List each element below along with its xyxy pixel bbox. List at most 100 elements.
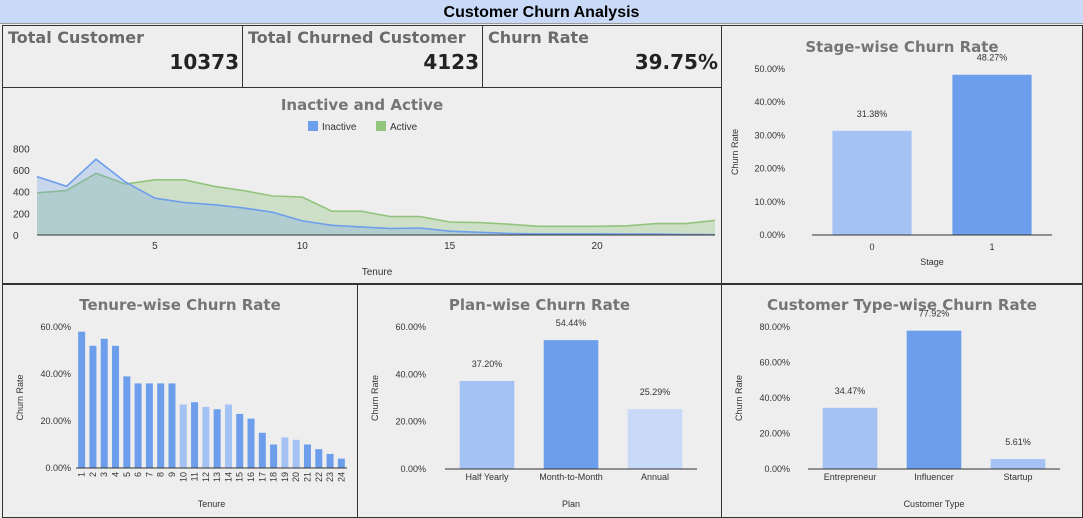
legend-label-active: Active: [390, 122, 418, 133]
x-tick-label: 8: [156, 472, 166, 477]
x-tick-label: 20: [592, 241, 604, 252]
legend-label-inactive: Inactive: [322, 122, 357, 133]
x-tick-label: 14: [223, 472, 233, 482]
bar-22: [315, 449, 323, 468]
x-tick-label: 20: [291, 472, 301, 482]
x-tick-label: 0: [869, 242, 874, 252]
customer-type-panel: Customer Type-wise Churn Rate 0.00% 20.00…: [721, 284, 1083, 518]
y-tick-label: 20.00%: [395, 417, 426, 427]
y-tick-label: 10.00%: [754, 197, 785, 207]
legend-swatch-active: [376, 121, 386, 131]
bar-23: [326, 453, 334, 468]
x-tick-label: Entrepreneur: [824, 472, 877, 482]
bar-15: [236, 413, 244, 468]
x-tick-label: 10: [297, 241, 309, 252]
bar-0: [832, 130, 912, 235]
x-tick-label: 10: [178, 472, 188, 482]
bar-13: [213, 409, 221, 468]
bar-6: [134, 383, 142, 468]
bar-19: [281, 437, 289, 468]
x-axis-label: Stage: [920, 257, 944, 267]
bar-1: [78, 331, 86, 468]
x-tick-label: 11: [190, 472, 200, 481]
x-axis-label: Plan: [562, 499, 580, 509]
data-label: 54.44%: [556, 318, 587, 328]
data-label: 5.61%: [1005, 437, 1031, 447]
kpi-value: 39.75%: [634, 50, 718, 74]
legend-swatch-inactive: [308, 121, 318, 131]
x-tick-label: 5: [152, 241, 158, 252]
y-tick-label: 800: [13, 144, 30, 155]
stage-panel: Stage-wise Churn Rate 0.00% 10.00% 20.00% 3…: [721, 25, 1083, 284]
x-tick-label: 15: [444, 241, 456, 252]
data-label: 31.38%: [857, 109, 888, 119]
x-tick-label: 1: [989, 242, 994, 252]
x-tick-label: 3: [99, 472, 109, 477]
bar-half-yearly: [459, 380, 515, 469]
bar-4: [112, 345, 120, 468]
y-tick-label: 20.00%: [754, 164, 785, 174]
tenure-chart: 0.00%20.00%40.00%60.00%Churn Rate1 2 3 4 5 6 7…: [15, 322, 347, 509]
x-tick-label: 2: [88, 472, 98, 477]
x-tick-label: Startup: [1003, 472, 1032, 482]
x-tick-label: 9: [167, 472, 177, 477]
bar-9: [168, 383, 176, 468]
bar-18: [270, 444, 278, 468]
y-tick-label: 60.00%: [395, 322, 426, 332]
x-axis-label: Tenure: [362, 267, 393, 278]
kpi-value: 10373: [169, 50, 239, 74]
x-tick-label: Half Yearly: [465, 472, 509, 482]
y-tick-label: 60.00%: [759, 358, 790, 368]
plan-chart: 0.00% 20.00% 40.00% 60.00% Churn Rate 37.20% H…: [370, 318, 697, 509]
bar-month-to-month: [543, 340, 599, 469]
x-tick-label: 4: [111, 472, 121, 477]
x-tick-label: Influencer: [914, 472, 954, 482]
inactive-active-chart: Inactive Active 0 200 400 600 800 5 10 15 20 Tenure: [13, 121, 716, 278]
x-tick-label: 24: [336, 472, 346, 482]
kpi-label: Total Customer: [8, 28, 144, 47]
x-tick-label: 6: [133, 472, 143, 477]
bar-11: [191, 402, 199, 468]
x-tick-label: Month-to-Month: [539, 472, 603, 482]
dashboard-title: Customer Churn Analysis: [0, 0, 1083, 24]
plan-panel: Plan-wise Churn Rate 0.00% 20.00% 40.00% 60…: [357, 284, 722, 518]
kpi-label: Total Churned Customer: [248, 28, 466, 47]
bar-20: [292, 439, 300, 468]
y-tick-label: 50.00%: [754, 64, 785, 74]
y-tick-label: 40.00%: [395, 369, 426, 379]
bar-2: [89, 345, 97, 468]
stage-chart: 0.00% 10.00% 20.00% 30.00% 40.00% 50.00% Churn…: [730, 53, 1052, 267]
kpi-total-customer: Total Customer 10373: [2, 25, 243, 88]
y-tick-label: 30.00%: [754, 130, 785, 140]
y-tick-label: 600: [13, 166, 30, 177]
data-label: 37.20%: [472, 359, 503, 369]
x-tick-label: 22: [314, 472, 324, 482]
y-tick-label: 40.00%: [40, 369, 71, 379]
x-tick-label: 1: [77, 472, 87, 477]
customer-type-chart: 0.00% 20.00% 40.00% 60.00% 80.00% Churn Rate 3…: [734, 309, 1060, 509]
bar-24: [337, 458, 345, 468]
y-tick-label: 200: [13, 209, 30, 220]
data-label: 25.29%: [640, 387, 671, 397]
x-tick-label: 12: [201, 472, 211, 482]
y-tick-label: 60.00%: [40, 322, 71, 332]
data-label: 77.92%: [919, 309, 950, 319]
y-tick-label: 40.00%: [754, 97, 785, 107]
x-tick-label: 16: [246, 472, 256, 482]
y-tick-label: 20.00%: [40, 416, 71, 426]
kpi-value: 4123: [423, 50, 479, 74]
kpi-label: Churn Rate: [488, 28, 589, 47]
y-tick-label: 0.00%: [759, 230, 785, 240]
x-tick-label: 5: [122, 472, 132, 477]
bar-8: [157, 383, 165, 468]
y-axis-label: Churn Rate: [734, 375, 744, 421]
bar-12: [202, 406, 210, 468]
bar-16: [247, 418, 255, 468]
bar-17: [258, 432, 266, 468]
x-tick-label: 18: [269, 472, 279, 482]
x-tick-label: 21: [302, 472, 312, 482]
inactive-active-panel: Inactive and Active Inactive Active 0 200 40…: [2, 87, 722, 284]
x-tick-label: Annual: [641, 472, 669, 482]
kpi-churn-rate: Churn Rate 39.75%: [482, 25, 722, 88]
y-tick-label: 80.00%: [759, 322, 790, 332]
